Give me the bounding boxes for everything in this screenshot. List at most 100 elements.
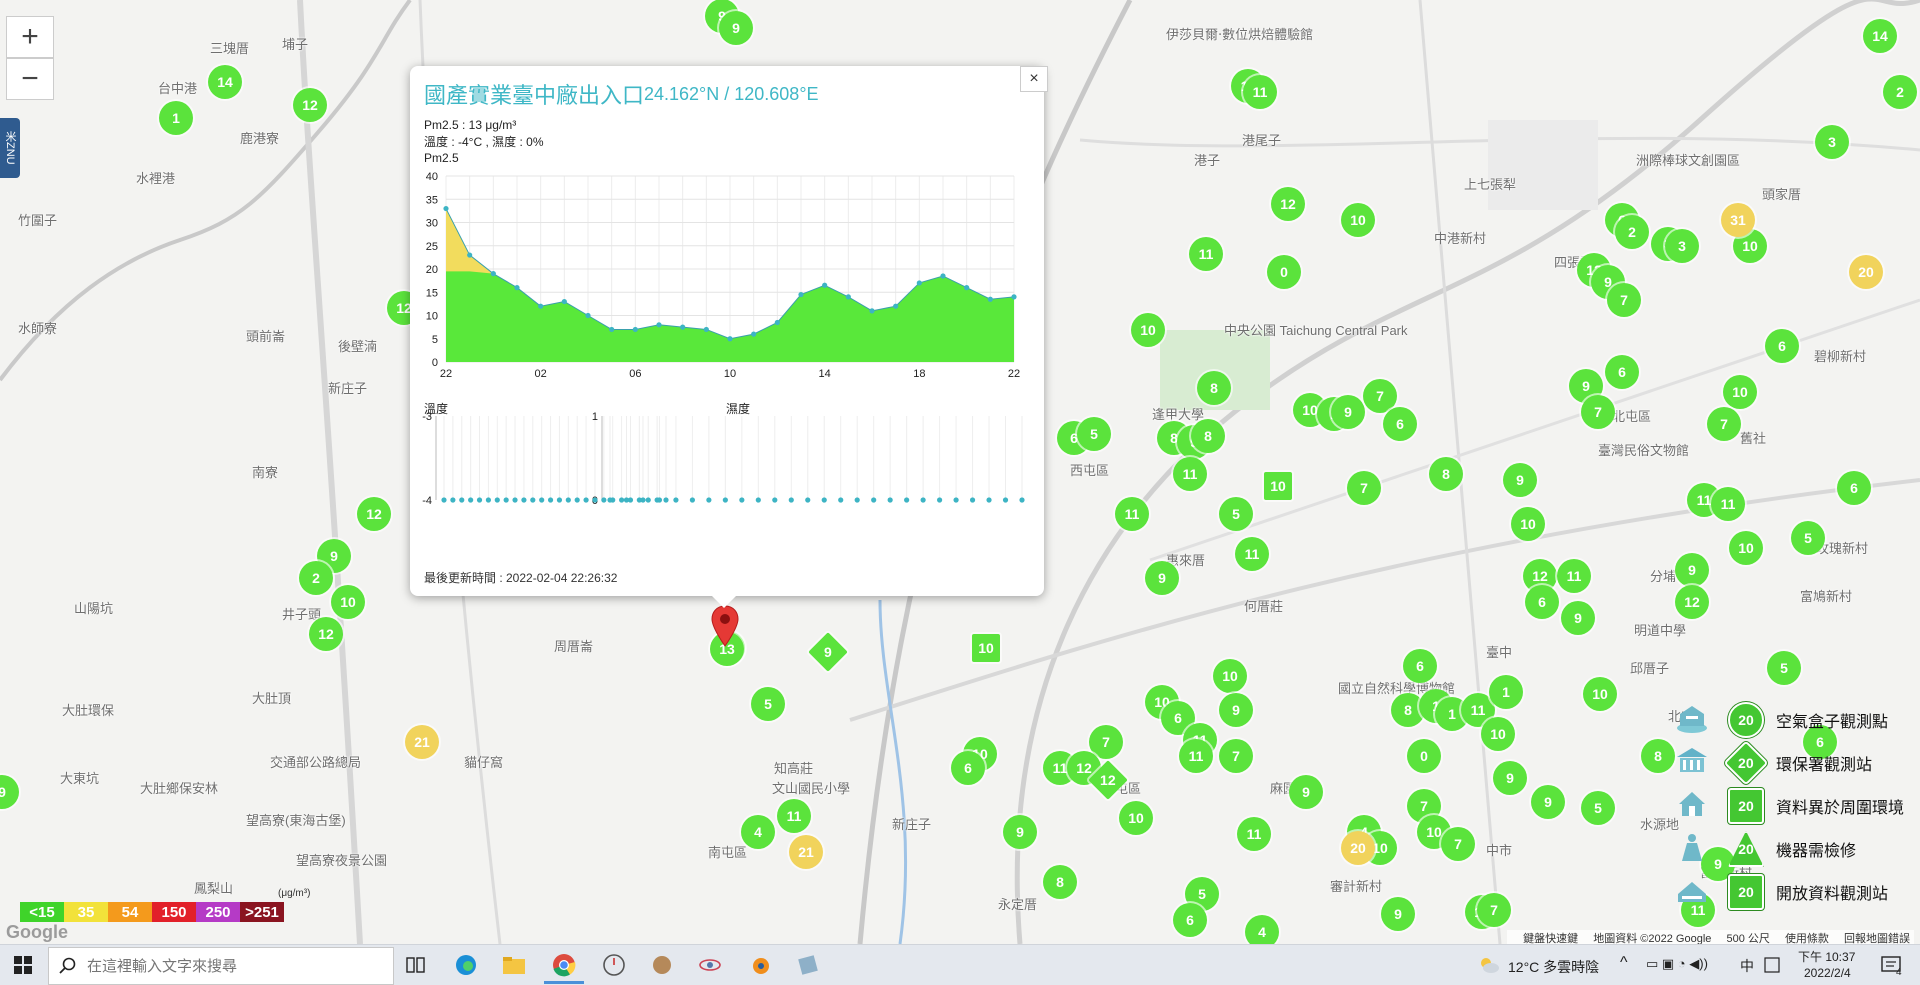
sensor-marker[interactable]: 11 bbox=[777, 799, 811, 833]
sensor-marker[interactable]: 9 bbox=[1381, 897, 1415, 931]
keyboard-shortcuts-link[interactable]: 鍵盤快速鍵 bbox=[1523, 933, 1578, 944]
notification-icon[interactable] bbox=[1880, 955, 1906, 977]
sensor-marker[interactable]: 9 bbox=[1561, 601, 1595, 635]
sensor-marker[interactable]: 8 bbox=[1043, 865, 1077, 899]
sensor-marker[interactable]: 31 bbox=[1721, 203, 1755, 237]
sensor-marker[interactable]: 11 bbox=[1189, 237, 1223, 271]
input-mode-icon[interactable] bbox=[1764, 957, 1780, 973]
sensor-marker[interactable]: 9 bbox=[1503, 463, 1537, 497]
sensor-marker[interactable]: 10 bbox=[1511, 507, 1545, 541]
taskbar-search[interactable] bbox=[48, 947, 394, 985]
sensor-marker[interactable]: 8 bbox=[1197, 371, 1231, 405]
sensor-marker[interactable]: 11 bbox=[1173, 457, 1207, 491]
sensor-marker[interactable]: 0 bbox=[1407, 739, 1441, 773]
sensor-marker[interactable]: 10 bbox=[1729, 531, 1763, 565]
sensor-marker[interactable]: 11 bbox=[1711, 487, 1745, 521]
sensor-marker[interactable]: 7 bbox=[1477, 893, 1511, 927]
sensor-marker[interactable]: 8 bbox=[1641, 739, 1675, 773]
terms-link[interactable]: 使用條款 bbox=[1785, 933, 1829, 944]
sensor-marker[interactable]: 5 bbox=[1077, 417, 1111, 451]
sensor-marker[interactable]: 12 bbox=[357, 497, 391, 531]
zoom-in-button[interactable]: + bbox=[6, 16, 54, 58]
sensor-marker[interactable]: 10 bbox=[1583, 677, 1617, 711]
sensor-marker[interactable]: 6 bbox=[1765, 329, 1799, 363]
sensor-marker[interactable]: 11 bbox=[1237, 817, 1271, 851]
file-explorer-icon[interactable] bbox=[494, 949, 534, 981]
sensor-marker[interactable]: 7 bbox=[1581, 395, 1615, 429]
sensor-marker[interactable]: 5 bbox=[1791, 521, 1825, 555]
sensor-marker[interactable]: 9 bbox=[1675, 553, 1709, 587]
sensor-marker[interactable]: 12 bbox=[1675, 585, 1709, 619]
sensor-marker[interactable]: 10 bbox=[1213, 659, 1247, 693]
chrome-icon[interactable] bbox=[544, 949, 584, 984]
start-button[interactable] bbox=[0, 945, 46, 985]
chevron-up-icon[interactable]: ^ bbox=[1620, 954, 1628, 972]
zoom-out-button[interactable]: − bbox=[6, 58, 54, 100]
sensor-marker[interactable]: 6 bbox=[1383, 407, 1417, 441]
sensor-marker[interactable]: 5 bbox=[1581, 791, 1615, 825]
search-input[interactable] bbox=[85, 956, 369, 976]
sensor-marker[interactable]: 9 bbox=[1003, 815, 1037, 849]
sensor-marker[interactable]: 5 bbox=[1767, 651, 1801, 685]
map-pin-icon[interactable] bbox=[710, 604, 740, 650]
sensor-marker[interactable]: 2 bbox=[1615, 215, 1649, 249]
sensor-marker[interactable]: 7 bbox=[1219, 739, 1253, 773]
sensor-marker[interactable]: 9 bbox=[1493, 761, 1527, 795]
side-panel-tab[interactable]: 米ZNU bbox=[0, 118, 20, 178]
sensor-marker[interactable]: 1 bbox=[1489, 675, 1523, 709]
sensor-marker[interactable]: 6 bbox=[1605, 355, 1639, 389]
clock-date[interactable]: 2022/2/4 bbox=[1804, 966, 1851, 980]
app-icon-satellite[interactable] bbox=[690, 949, 730, 981]
sensor-marker[interactable]: 7 bbox=[1441, 827, 1475, 861]
sensor-marker[interactable]: 12 bbox=[293, 88, 327, 122]
tray-icons[interactable]: ▭ ▣ ◔ ◀)) bbox=[1646, 956, 1708, 972]
sensor-marker[interactable]: 7 bbox=[1707, 407, 1741, 441]
sensor-marker[interactable]: 10 bbox=[1723, 375, 1757, 409]
sensor-marker[interactable]: 11 bbox=[1115, 497, 1149, 531]
sensor-marker[interactable]: 0 bbox=[1267, 255, 1301, 289]
sensor-marker[interactable]: 2 bbox=[299, 561, 333, 595]
sensor-marker[interactable]: 10 bbox=[1131, 313, 1165, 347]
sensor-marker[interactable]: 4 bbox=[1245, 915, 1279, 944]
task-view-icon[interactable] bbox=[396, 949, 436, 981]
sensor-marker[interactable]: 9 bbox=[1531, 785, 1565, 819]
sensor-marker[interactable]: 6 bbox=[1173, 903, 1207, 937]
sensor-marker[interactable]: 20 bbox=[1849, 255, 1883, 289]
sensor-marker[interactable]: 12 bbox=[309, 617, 343, 651]
sensor-marker[interactable]: 12 bbox=[1271, 187, 1305, 221]
sensor-marker[interactable]: 14 bbox=[208, 65, 242, 99]
sensor-marker[interactable]: 6 bbox=[1525, 585, 1559, 619]
sensor-marker[interactable]: 11 bbox=[1243, 75, 1277, 109]
sensor-marker[interactable]: 6 bbox=[1403, 649, 1437, 683]
sensor-marker[interactable]: 10 bbox=[1481, 717, 1515, 751]
weather-icon[interactable] bbox=[1478, 955, 1500, 975]
sensor-marker[interactable]: 10 bbox=[972, 634, 1000, 662]
sensor-marker[interactable]: 20 bbox=[1341, 831, 1375, 865]
sensor-marker[interactable]: 9 bbox=[1289, 775, 1323, 809]
sensor-marker[interactable]: 6 bbox=[1837, 471, 1871, 505]
sensor-marker[interactable]: 6 bbox=[951, 751, 985, 785]
sensor-marker[interactable]: 5 bbox=[751, 687, 785, 721]
ime-indicator[interactable]: 中 bbox=[1740, 956, 1754, 976]
report-error-link[interactable]: 回報地圖錯誤 bbox=[1844, 933, 1910, 944]
app-icon-squirrel[interactable] bbox=[642, 949, 682, 981]
sensor-marker[interactable]: 8 bbox=[1429, 457, 1463, 491]
sensor-marker[interactable]: 10 bbox=[331, 585, 365, 619]
sensor-marker[interactable]: 21 bbox=[405, 725, 439, 759]
sensor-marker[interactable]: 10 bbox=[1264, 472, 1292, 500]
sensor-marker[interactable]: 9 bbox=[1219, 693, 1253, 727]
sensor-marker[interactable]: 9 bbox=[1331, 395, 1365, 429]
sensor-marker[interactable]: 11 bbox=[1235, 537, 1269, 571]
app-icon-notes[interactable] bbox=[788, 949, 828, 981]
sensor-marker[interactable]: 14 bbox=[1863, 19, 1897, 53]
sensor-marker[interactable]: 11 bbox=[1179, 739, 1213, 773]
sensor-marker[interactable]: 21 bbox=[789, 835, 823, 869]
sensor-marker[interactable]: 10 bbox=[1119, 801, 1153, 835]
sensor-marker[interactable]: 10 bbox=[1341, 203, 1375, 237]
sensor-marker[interactable]: 9 bbox=[1145, 561, 1179, 595]
sensor-marker[interactable]: 9 bbox=[719, 11, 753, 45]
blender-icon[interactable] bbox=[740, 949, 780, 981]
sensor-marker[interactable]: 3 bbox=[1665, 229, 1699, 263]
sensor-marker[interactable]: 7 bbox=[1347, 471, 1381, 505]
sensor-marker[interactable]: 8 bbox=[1191, 419, 1225, 453]
